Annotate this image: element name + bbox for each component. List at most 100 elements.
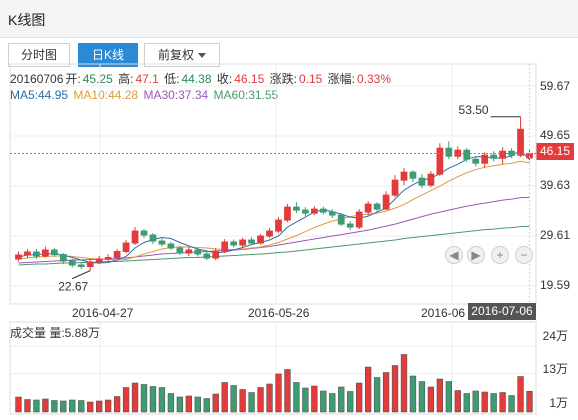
volume-bar [140, 384, 148, 413]
volume-bar [311, 385, 318, 413]
candle-body [86, 261, 94, 267]
volume-bar [481, 391, 488, 413]
candlestick-chart[interactable]: 53.50 22.67 [0, 0, 578, 420]
volume-bar [400, 354, 408, 413]
volume-bar [418, 381, 426, 413]
candle-body [131, 230, 139, 244]
volume-bar [338, 386, 345, 413]
candle-body [364, 203, 372, 213]
volume-bar [391, 365, 399, 413]
candle-body [445, 147, 453, 157]
volume-bar [302, 387, 309, 413]
volume-bar [445, 381, 452, 413]
volume-bar [427, 386, 435, 413]
candle-body [24, 251, 31, 256]
volume-bar [96, 400, 103, 413]
date-tick: 2016-06 [421, 306, 466, 320]
candle-body [391, 179, 399, 196]
min-price-label: 22.67 [58, 280, 88, 294]
candle-body [140, 230, 148, 236]
candle-body [293, 206, 300, 211]
candle-body [122, 242, 130, 253]
volume-bar [454, 390, 461, 413]
candle-body [319, 208, 327, 213]
volume-bar [33, 399, 40, 413]
volume-bar [221, 382, 228, 413]
candle-body [194, 249, 202, 255]
scroll-left-icon[interactable]: ◀ [445, 246, 463, 264]
candle-body [337, 214, 345, 225]
volume-title: 成交量 量:5.88万 [10, 326, 101, 340]
volume-bar [167, 393, 175, 413]
candle-body [463, 149, 471, 160]
candle-body [167, 243, 175, 249]
candle-body [15, 254, 22, 260]
scroll-right-icon[interactable]: ▶ [467, 246, 485, 264]
volume-bar [60, 400, 67, 413]
volume-bar [230, 385, 237, 413]
candle-body [472, 158, 480, 164]
candle-body [382, 194, 390, 210]
volume-bar [158, 387, 166, 413]
candle-body [499, 150, 506, 159]
volume-bar [51, 400, 58, 413]
candle-body [373, 203, 381, 210]
candle-body [59, 254, 67, 262]
date-tick: 2016-05-26 [248, 306, 310, 320]
volume-bar [78, 400, 85, 413]
volume-bar [248, 392, 255, 413]
volume-bar [499, 392, 506, 413]
candle-body [418, 177, 426, 186]
candle-body [400, 171, 408, 181]
candle-body [212, 250, 220, 259]
max-price-label: 53.50 [459, 103, 489, 117]
volume-bar [24, 399, 31, 413]
candle-body [346, 223, 354, 228]
volume-bar [472, 390, 479, 413]
volume-bar [517, 376, 524, 413]
volume-bar [149, 386, 157, 413]
candle-body [104, 257, 112, 260]
candle-body [149, 234, 157, 242]
volume-bar [239, 389, 246, 413]
volume-bar [275, 373, 282, 413]
volume-bar [266, 383, 273, 413]
date-cursor-label: 2016-07-06 [468, 303, 536, 320]
candle-body [409, 171, 417, 179]
volume-bar [463, 393, 470, 413]
zoom-in-icon[interactable]: + [491, 246, 509, 264]
candle-body [310, 208, 318, 214]
candle-body [230, 241, 238, 246]
candle-body [203, 253, 211, 259]
candle-body [68, 260, 76, 266]
candle-body [427, 173, 435, 186]
date-tick: 2016-04-27 [72, 306, 134, 320]
volume-bar [293, 382, 300, 413]
volume-bar [373, 377, 381, 413]
volume-bar [87, 401, 94, 413]
candle-body [257, 235, 264, 244]
min-price-leader [72, 270, 91, 280]
price-pane-frame [9, 63, 537, 305]
volume-bar [15, 396, 22, 413]
volume-bar [320, 390, 327, 413]
volume-bar [185, 395, 192, 413]
volume-bar [203, 398, 210, 413]
volume-bar [508, 395, 515, 413]
volume-axis-label: 13万 [542, 362, 568, 376]
volume-bar [356, 382, 363, 413]
candle-body [77, 264, 85, 267]
candle-body [158, 240, 166, 245]
candle-body [50, 249, 58, 256]
volume-bar [42, 398, 49, 413]
volume-axis-label: 24万 [542, 329, 568, 343]
volume-bar [382, 372, 390, 413]
candle-body [355, 211, 363, 228]
zoom-out-icon[interactable]: − [515, 246, 533, 264]
candle-body [185, 249, 193, 254]
candle-body [221, 241, 229, 252]
volume-bar [131, 382, 139, 413]
volume-bar [69, 399, 76, 413]
volume-bar [490, 393, 497, 413]
volume-bar [104, 399, 112, 413]
